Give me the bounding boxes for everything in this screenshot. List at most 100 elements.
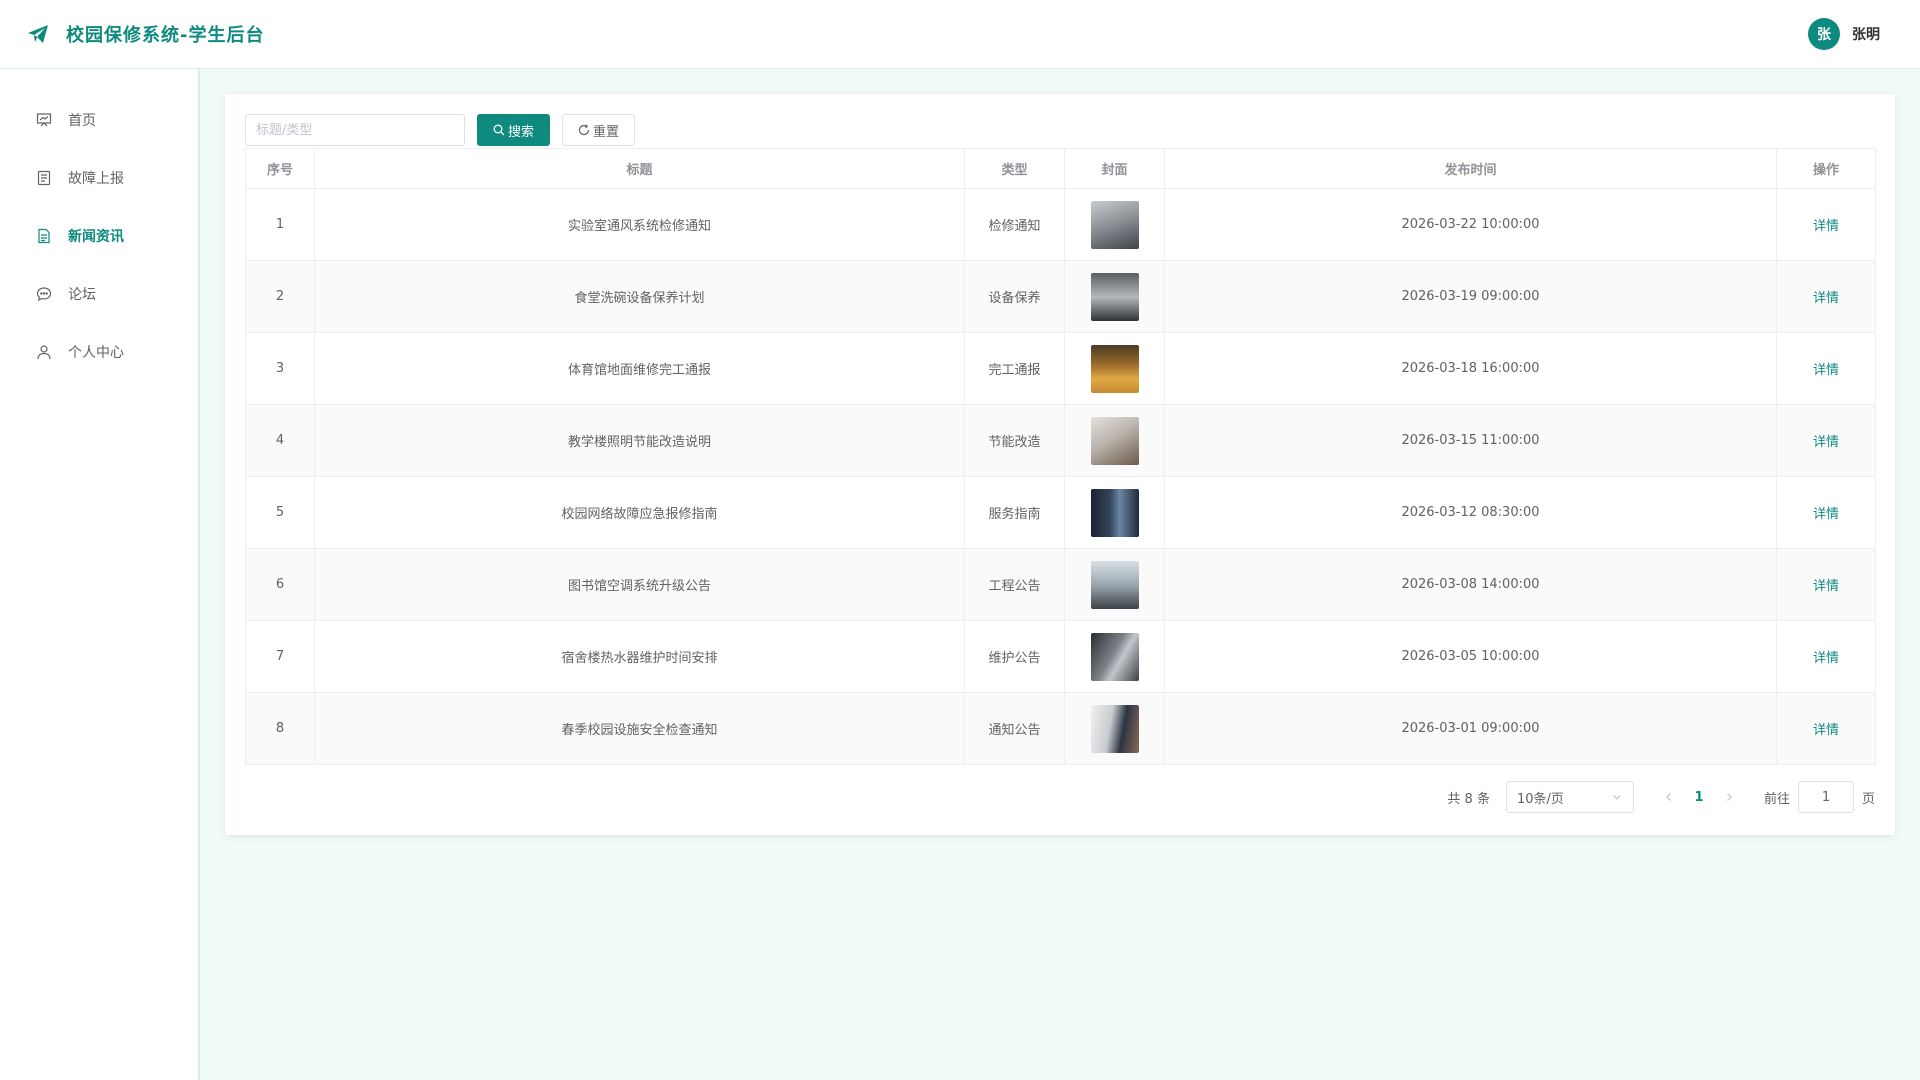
column-header-cover: 封面: [1064, 148, 1165, 189]
cell-cover: [1064, 404, 1165, 477]
column-header-title: 标题: [314, 148, 965, 189]
detail-link[interactable]: 详情: [1813, 507, 1839, 522]
detail-link[interactable]: 详情: [1813, 291, 1839, 306]
cover-image[interactable]: [1090, 488, 1139, 537]
table-row: 1 实验室通风系统检修通知 检修通知 2026-03-22 10:00:00 详…: [245, 188, 1876, 261]
table-header-row: 序号 标题 类型 封面 发布时间 操作: [245, 148, 1876, 189]
cover-image[interactable]: [1090, 272, 1139, 321]
detail-link[interactable]: 详情: [1813, 435, 1839, 450]
cell-title: 校园网络故障应急报修指南: [314, 476, 965, 549]
sidebar-item-profile[interactable]: 个人中心: [0, 323, 198, 381]
page-unit-label: 页: [1861, 791, 1875, 807]
cell-type: 工程公告: [964, 548, 1065, 621]
chevron-right-icon: [1727, 793, 1732, 801]
cell-title: 体育馆地面维修完工通报: [314, 332, 965, 405]
cover-image[interactable]: [1090, 632, 1139, 681]
cell-title: 宿舍楼热水器维护时间安排: [314, 620, 965, 693]
reset-button[interactable]: 重置: [562, 114, 636, 146]
search-button[interactable]: 搜索: [477, 114, 551, 146]
cell-type: 完工通报: [964, 332, 1065, 405]
easel-icon: [36, 113, 52, 127]
cell-cover: [1064, 332, 1165, 405]
cover-image[interactable]: [1090, 704, 1139, 753]
detail-link[interactable]: 详情: [1813, 219, 1839, 234]
prev-page-button[interactable]: [1654, 781, 1684, 813]
sidebar-item-label: 故障上报: [68, 171, 124, 187]
reset-button-label: 重置: [593, 124, 620, 140]
cover-image[interactable]: [1090, 560, 1139, 609]
document-icon: [38, 228, 50, 244]
column-header-no: 序号: [245, 148, 315, 189]
sidebar-item-forum[interactable]: 论坛: [0, 265, 198, 323]
cell-time: 2026-03-15 11:00:00: [1164, 404, 1777, 477]
cover-image[interactable]: [1090, 416, 1139, 465]
table-row: 4 教学楼照明节能改造说明 节能改造 2026-03-15 11:00:00 详…: [245, 404, 1876, 477]
sidebar-item-news[interactable]: 新闻资讯: [0, 207, 198, 265]
cell-no: 7: [245, 620, 315, 693]
next-page-button[interactable]: [1714, 781, 1744, 813]
cell-time: 2026-03-01 09:00:00: [1164, 692, 1777, 765]
table-row: 6 图书馆空调系统升级公告 工程公告 2026-03-08 14:00:00 详…: [245, 548, 1876, 621]
cell-type: 通知公告: [964, 692, 1065, 765]
document-icon: [37, 170, 51, 186]
cover-image[interactable]: [1090, 344, 1139, 393]
cell-type: 维护公告: [964, 620, 1065, 693]
cell-cover: [1064, 548, 1165, 621]
table-row: 7 宿舍楼热水器维护时间安排 维护公告 2026-03-05 10:00:00 …: [245, 620, 1876, 693]
search-icon: [493, 124, 505, 136]
paper-plane-icon: [28, 25, 48, 43]
cell-no: 1: [245, 188, 315, 261]
sidebar-item-fault-report[interactable]: 故障上报: [0, 149, 198, 207]
brand: 校园保修系统-学生后台: [26, 21, 264, 47]
goto-page-input[interactable]: [1797, 781, 1854, 813]
avatar[interactable]: 张: [1808, 18, 1840, 50]
pagination: 共 8 条 10条/页 1 前往 页: [1447, 781, 1875, 813]
cell-action: 详情: [1776, 260, 1876, 333]
cell-action: 详情: [1776, 620, 1876, 693]
search-toolbar: 搜索 重置: [245, 114, 1875, 146]
app-header: 校园保修系统-学生后台 张 张明: [0, 0, 1920, 69]
page-size-select[interactable]: 10条/页: [1505, 781, 1634, 813]
sidebar-item-home[interactable]: 首页: [0, 91, 198, 149]
column-header-time: 发布时间: [1164, 148, 1777, 189]
cell-time: 2026-03-05 10:00:00: [1164, 620, 1777, 693]
cover-image[interactable]: [1090, 200, 1139, 249]
user-icon: [37, 345, 51, 360]
chat-bubble-icon: [36, 287, 52, 302]
cell-cover: [1064, 692, 1165, 765]
detail-link[interactable]: 详情: [1813, 723, 1839, 738]
table-row: 2 食堂洗碗设备保养计划 设备保养 2026-03-19 09:00:00 详情: [245, 260, 1876, 333]
app-title: 校园保修系统-学生后台: [66, 25, 265, 46]
sidebar-item-label: 个人中心: [68, 345, 124, 361]
cell-no: 2: [245, 260, 315, 333]
search-input[interactable]: [245, 114, 465, 146]
cell-time: 2026-03-18 16:00:00: [1164, 332, 1777, 405]
sidebar-item-label: 首页: [68, 113, 96, 129]
cell-cover: [1064, 260, 1165, 333]
page-number-current[interactable]: 1: [1684, 781, 1714, 813]
cell-no: 5: [245, 476, 315, 549]
user-menu[interactable]: 张 张明: [1808, 18, 1880, 50]
detail-link[interactable]: 详情: [1813, 651, 1839, 666]
cell-title: 实验室通风系统检修通知: [314, 188, 965, 261]
chevron-left-icon: [1666, 793, 1671, 801]
cell-time: 2026-03-12 08:30:00: [1164, 476, 1777, 549]
cell-action: 详情: [1776, 332, 1876, 405]
cell-time: 2026-03-22 10:00:00: [1164, 188, 1777, 261]
cell-title: 图书馆空调系统升级公告: [314, 548, 965, 621]
cell-cover: [1064, 620, 1165, 693]
cell-no: 8: [245, 692, 315, 765]
cell-action: 详情: [1776, 548, 1876, 621]
cell-action: 详情: [1776, 404, 1876, 477]
cell-action: 详情: [1776, 188, 1876, 261]
username[interactable]: 张明: [1852, 24, 1880, 44]
cell-type: 服务指南: [964, 476, 1065, 549]
detail-link[interactable]: 详情: [1813, 579, 1839, 594]
detail-link[interactable]: 详情: [1813, 363, 1839, 378]
table-row: 5 校园网络故障应急报修指南 服务指南 2026-03-12 08:30:00 …: [245, 476, 1876, 549]
goto-label: 前往: [1763, 791, 1790, 807]
cell-action: 详情: [1776, 476, 1876, 549]
cell-title: 春季校园设施安全检查通知: [314, 692, 965, 765]
cell-cover: [1064, 476, 1165, 549]
cell-time: 2026-03-19 09:00:00: [1164, 260, 1777, 333]
